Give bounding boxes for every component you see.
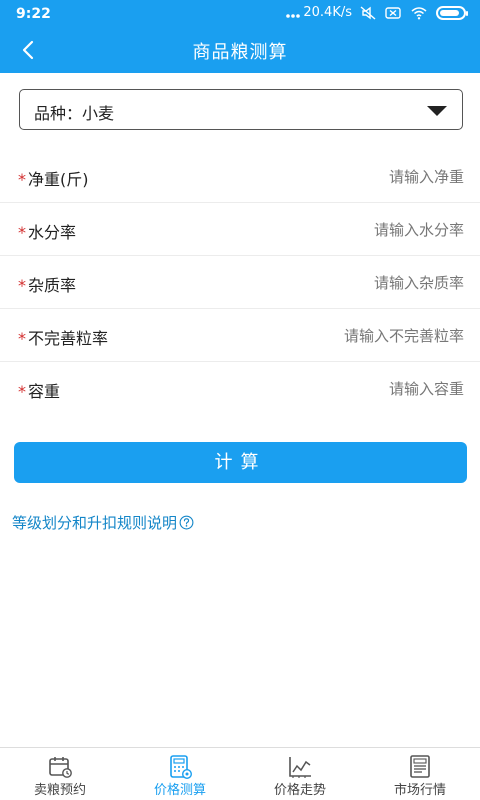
required-mark: * xyxy=(18,329,26,348)
imperfect-grain-input[interactable] xyxy=(204,321,464,351)
trend-chart-icon xyxy=(289,757,311,778)
calculator-icon xyxy=(170,755,193,780)
calendar-icon xyxy=(49,757,72,778)
moisture-label: * 水分率 xyxy=(18,223,77,242)
variety-label: 品种：小麦 xyxy=(34,104,115,123)
sim-x-icon xyxy=(385,6,401,19)
help-circle-icon xyxy=(179,515,194,530)
bottom-tab-bar: 卖粮预约 价格测算 价格走势 市场行情 xyxy=(0,747,480,800)
caret-down-icon xyxy=(427,106,447,116)
required-mark: * xyxy=(18,276,26,295)
tab-label: 卖粮预约 xyxy=(33,783,86,798)
required-mark: * xyxy=(18,170,26,189)
form-row-bulk-density: * 容重 xyxy=(0,362,480,415)
variety-select[interactable]: 品种：小麦 xyxy=(19,89,463,130)
form-row-impurity: * 杂质率 xyxy=(0,256,480,309)
calculation-form: *净重(斤) *水分率 *杂质率 *不完善粒率 *容重 xyxy=(0,150,480,415)
dots-icon xyxy=(286,13,301,18)
page-title: 商品粮测算 xyxy=(192,42,288,63)
imperfect-grain-label: * 不完善粒率 xyxy=(18,329,109,348)
required-mark: * xyxy=(18,382,26,401)
status-icons: 20.4K/s xyxy=(285,5,468,20)
network-speed: 20.4K/s xyxy=(303,5,352,20)
form-row-moisture: * 水分率 xyxy=(0,203,480,256)
tab-sell-booking[interactable]: 卖粮预约 xyxy=(0,748,120,800)
moisture-input[interactable] xyxy=(204,215,464,245)
wifi-icon xyxy=(411,6,427,19)
bulk-density-label: * 容重 xyxy=(18,382,61,401)
tab-price-trend[interactable]: 价格走势 xyxy=(240,748,360,800)
net-weight-label: * 净重(斤) xyxy=(18,170,89,189)
battery-level xyxy=(440,9,459,16)
required-mark: * xyxy=(18,223,26,242)
news-icon xyxy=(410,755,430,778)
rules-link[interactable]: 等级划分和升扣规则说明 xyxy=(12,512,194,533)
mute-icon xyxy=(360,5,376,20)
tab-market-news[interactable]: 市场行情 xyxy=(360,748,480,800)
nav-bar: 商品粮测算 xyxy=(0,28,480,73)
status-time: 9:22 xyxy=(16,6,51,22)
rules-link-text: 等级划分和升扣规则说明 xyxy=(12,514,178,532)
app-header: 9:22 20.4K/s 商品粮测算 xyxy=(0,0,480,73)
tab-label: 价格走势 xyxy=(273,783,326,798)
form-row-net-weight: * 净重(斤) xyxy=(0,150,480,203)
battery-charging-icon xyxy=(436,5,468,20)
tab-label: 价格测算 xyxy=(153,783,206,798)
impurity-input[interactable] xyxy=(204,268,464,298)
impurity-label: * 杂质率 xyxy=(18,276,77,295)
net-weight-input[interactable] xyxy=(204,162,464,192)
status-bar: 9:22 20.4K/s xyxy=(0,0,480,28)
form-row-imperfect-grain: * 不完善粒率 xyxy=(0,309,480,362)
tab-price-calc[interactable]: 价格测算 xyxy=(120,748,240,800)
bulk-density-input[interactable] xyxy=(204,374,464,404)
calculate-button[interactable]: 计算 xyxy=(14,442,467,483)
tab-label: 市场行情 xyxy=(393,783,446,798)
